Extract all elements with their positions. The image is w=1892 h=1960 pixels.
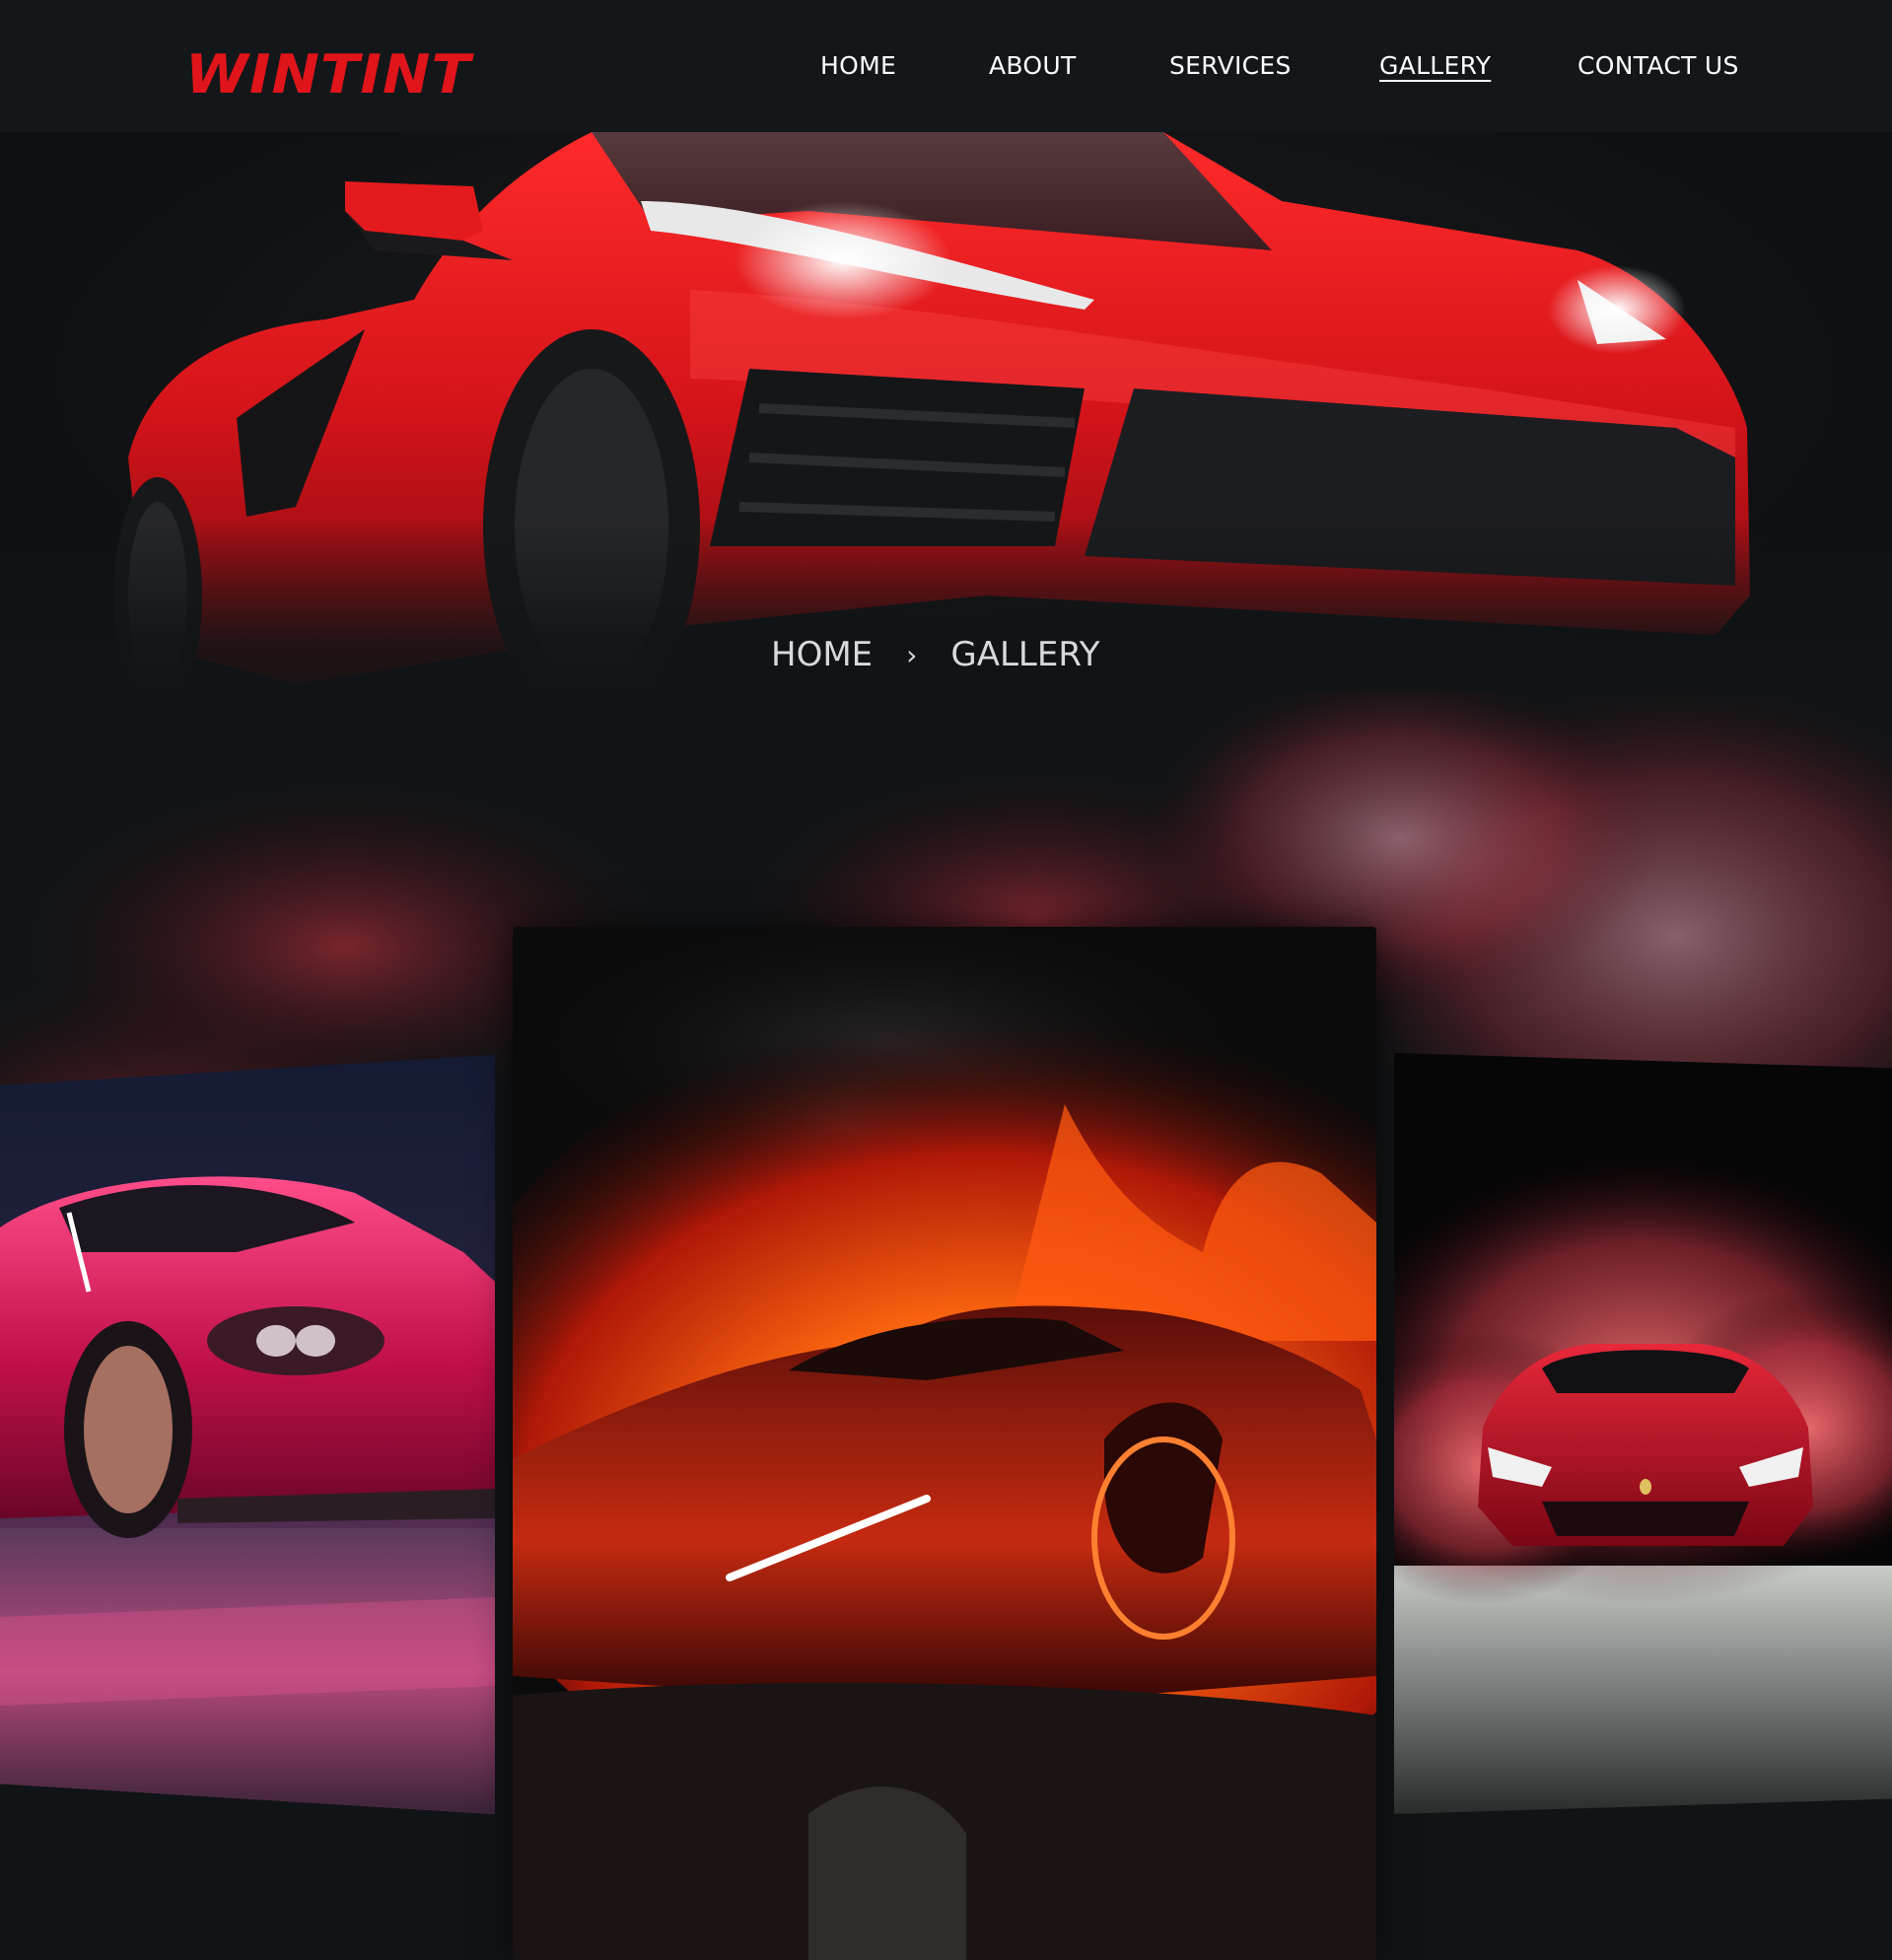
nav-about[interactable]: ABOUT [989,51,1077,80]
red-car-in-smoke-image [1394,1053,1892,1814]
nav-services[interactable]: SERVICES [1169,51,1292,80]
top-navbar: WINTINT HOME ABOUT SERVICES GALLERY CONT… [0,0,1892,132]
breadcrumb: HOME › GALLERY [771,635,1100,674]
nav-contact-us[interactable]: CONTACT US [1577,51,1739,80]
nav-home[interactable]: HOME [820,51,896,80]
gallery-card-pink-car[interactable] [0,1055,495,1814]
main-nav: HOME ABOUT SERVICES GALLERY CONTACT US [0,0,1892,132]
flaming-sports-car-image [513,927,1376,1960]
gallery-card-flame-car[interactable] [513,927,1376,1960]
breadcrumb-home-link[interactable]: HOME [771,635,873,674]
gallery-card-smoke-car[interactable] [1394,1053,1892,1814]
nav-gallery[interactable]: GALLERY [1379,51,1491,80]
chevron-right-icon: › [906,638,918,671]
breadcrumb-current: GALLERY [950,635,1100,674]
pink-sports-car-image [0,1055,495,1814]
